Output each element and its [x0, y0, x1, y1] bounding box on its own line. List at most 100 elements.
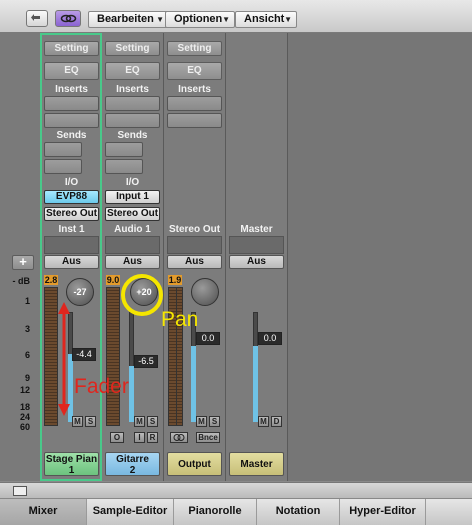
db-scale-tick: 6 — [24, 350, 30, 360]
link-button[interactable] — [55, 10, 81, 27]
channel-name-master[interactable]: Master — [229, 452, 284, 476]
mute-button[interactable]: M — [134, 416, 145, 427]
eq-button[interactable]: EQ — [44, 62, 99, 80]
menu-bearbeiten[interactable]: Bearbeiten ▼ — [88, 11, 169, 28]
volume-value[interactable]: -4.4 — [72, 348, 96, 361]
group-slot[interactable] — [105, 236, 160, 254]
automation-mode-button[interactable]: Aus — [105, 255, 160, 269]
input-monitor-button[interactable]: O — [110, 432, 124, 443]
pan-annotation-label: Pan — [161, 308, 199, 331]
channel-name-inst1[interactable]: Stage Pian 1 — [44, 452, 99, 476]
db-scale-tick: 18 — [19, 402, 30, 412]
send-slot[interactable] — [105, 159, 143, 174]
sends-label: Sends — [56, 130, 87, 141]
toolbar: Bearbeiten ▼ Optionen ▼ Ansicht ▼ — [0, 0, 472, 33]
sends-label: Sends — [117, 130, 148, 141]
fader-annotation-label: Fader — [74, 375, 129, 398]
input-slot[interactable]: EVP88 — [44, 190, 99, 204]
menu-label: Optionen — [174, 13, 223, 25]
editor-tabs: Mixer Sample-Editor Pianorolle Notation … — [0, 498, 472, 525]
balance-knob[interactable] — [191, 278, 219, 306]
eq-button[interactable]: EQ — [105, 62, 160, 80]
insert-slot[interactable] — [44, 113, 99, 128]
channel-name-audio1[interactable]: Gitarre 2 — [105, 452, 160, 476]
mute-button[interactable]: M — [196, 416, 207, 427]
peak-display: 1.9 — [168, 275, 182, 285]
inserts-label: Inserts — [178, 84, 211, 95]
track-name: Audio 1 — [114, 224, 151, 235]
setting-button[interactable]: Setting — [105, 41, 160, 56]
peak-display: 9.0 — [106, 275, 120, 285]
volume-fader-fill — [191, 346, 196, 422]
insert-slot[interactable] — [105, 113, 160, 128]
io-label: I/O — [64, 177, 79, 188]
volume-value[interactable]: -6.5 — [134, 355, 158, 368]
insert-slot[interactable] — [44, 96, 99, 111]
insert-slot[interactable] — [167, 96, 222, 111]
menu-optionen[interactable]: Optionen ▼ — [165, 11, 235, 28]
output-slot[interactable]: Stereo Out — [44, 207, 99, 221]
io-label: I/O — [125, 177, 140, 188]
eq-button[interactable]: EQ — [167, 62, 222, 80]
chevron-down-icon: ▼ — [222, 15, 230, 24]
send-slot[interactable] — [44, 142, 82, 157]
tab-notation[interactable]: Notation — [257, 499, 340, 525]
volume-fader-fill — [253, 346, 258, 422]
status-bar — [0, 482, 472, 499]
input-slot[interactable]: Input 1 — [105, 190, 160, 204]
solo-button[interactable]: S — [209, 416, 220, 427]
volume-value[interactable]: 0.0 — [196, 332, 220, 345]
insert-slot[interactable] — [105, 96, 160, 111]
add-channel-button[interactable]: + — [12, 255, 34, 270]
dim-button[interactable]: D — [271, 416, 282, 427]
fader-arrow-annotation — [58, 302, 70, 416]
tab-sample-editor[interactable]: Sample-Editor — [87, 499, 174, 525]
automation-mode-button[interactable]: Aus — [229, 255, 284, 269]
volume-fader-fill — [129, 366, 134, 422]
empty-mixer-area — [288, 33, 472, 481]
tab-mixer[interactable]: Mixer — [0, 499, 87, 525]
track-name: Stereo Out — [168, 224, 221, 235]
insert-slot[interactable] — [167, 113, 222, 128]
tab-pianorolle[interactable]: Pianorolle — [174, 499, 257, 525]
menu-label: Ansicht — [244, 13, 285, 25]
db-scale-tick: 3 — [24, 324, 30, 334]
send-slot[interactable] — [105, 142, 143, 157]
db-scale-tick: 9 — [24, 373, 30, 383]
solo-button[interactable]: S — [85, 416, 96, 427]
pan-highlight-circle — [121, 274, 163, 316]
channel-number: 2 — [129, 465, 136, 476]
group-slot[interactable] — [167, 236, 222, 254]
db-scale-tick: 1 — [24, 296, 30, 306]
menu-ansicht[interactable]: Ansicht ▼ — [235, 11, 297, 28]
send-slot[interactable] — [44, 159, 82, 174]
tab-hyper-editor[interactable]: Hyper-Editor — [340, 499, 426, 525]
setting-button[interactable]: Setting — [44, 41, 99, 56]
group-slot[interactable] — [44, 236, 99, 254]
track-name: Master — [240, 224, 273, 235]
link-icon — [60, 14, 77, 23]
channel-name-line: Gitarre — [116, 454, 149, 465]
input-button[interactable]: I — [134, 432, 145, 443]
record-enable-button[interactable]: R — [147, 432, 158, 443]
mute-button[interactable]: M — [258, 416, 269, 427]
inserts-label: Inserts — [55, 84, 88, 95]
peak-display: 2.8 — [44, 275, 58, 285]
channel-name-output[interactable]: Output — [167, 452, 222, 476]
automation-mode-button[interactable]: Aus — [44, 255, 99, 269]
list-view-icon[interactable] — [13, 486, 27, 496]
setting-button[interactable]: Setting — [167, 41, 222, 56]
inserts-label: Inserts — [116, 84, 149, 95]
channel-number: 1 — [68, 465, 75, 476]
channel-name-line: Stage Pian — [45, 454, 98, 465]
volume-value[interactable]: 0.0 — [258, 332, 282, 345]
back-button[interactable] — [26, 10, 48, 27]
chevron-down-icon: ▼ — [156, 15, 164, 24]
stereo-link-button[interactable] — [170, 432, 188, 443]
bounce-button[interactable]: Bnce — [196, 432, 220, 443]
db-scale-tick: 12 — [19, 385, 30, 395]
solo-button[interactable]: S — [147, 416, 158, 427]
group-slot[interactable] — [229, 236, 284, 254]
output-slot[interactable]: Stereo Out — [105, 207, 160, 221]
automation-mode-button[interactable]: Aus — [167, 255, 222, 269]
